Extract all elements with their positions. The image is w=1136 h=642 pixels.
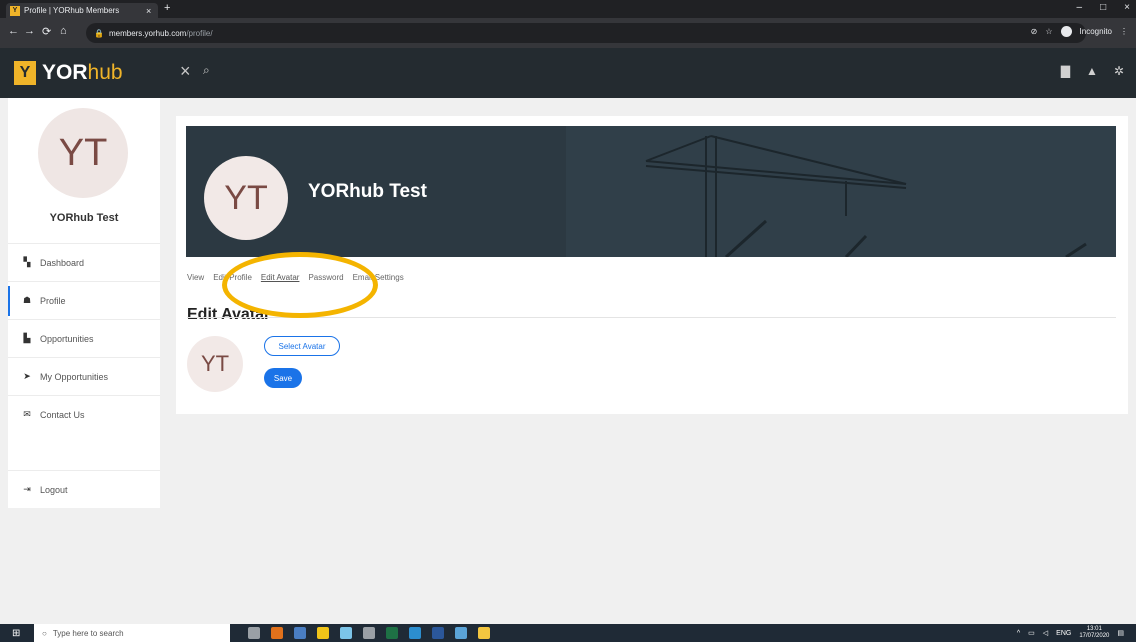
incognito-icon <box>1060 26 1072 37</box>
taskbar-app-icon[interactable] <box>271 627 283 639</box>
user-name: YORhub Test <box>49 212 119 224</box>
sidebar-item-contact-us[interactable]: ✉ Contact Us <box>8 395 160 433</box>
taskbar-app-icon[interactable] <box>386 627 398 639</box>
network-icon[interactable]: ▭ <box>1028 629 1035 637</box>
clock[interactable]: 13:01 17/07/2020 <box>1079 626 1109 640</box>
new-tab-button[interactable]: + <box>164 2 170 14</box>
url-host: members.yorhub.com <box>108 28 187 38</box>
taskbar-app-icon[interactable] <box>294 627 306 639</box>
sidebar-item-label: Profile <box>40 295 66 306</box>
taskbar-search-placeholder: Type here to search <box>52 628 124 638</box>
url-path: /profile/ <box>186 28 213 38</box>
highlight-ellipse <box>222 252 378 318</box>
browser-tab-bar: Y Profile | YORhub Members × + – □ × <box>0 0 1136 18</box>
logout-icon: ⇥ <box>23 484 31 494</box>
search-icon[interactable]: ⌕ <box>203 63 210 78</box>
sidebar: YT YORhub Test ▚ Dashboard ☗ Profile ▙ O… <box>8 98 160 508</box>
tab-view[interactable]: View <box>187 273 204 282</box>
logo-mark: Y <box>14 61 36 85</box>
notification-icon[interactable]: ▤ <box>1117 629 1124 637</box>
sidebar-item-my-opportunities[interactable]: ➤ My Opportunities <box>8 357 160 395</box>
close-window-button[interactable]: × <box>1124 2 1130 13</box>
sidebar-item-profile[interactable]: ☗ Profile <box>8 281 160 319</box>
banner-avatar: YT <box>204 156 288 240</box>
user-icon: ☗ <box>22 295 32 305</box>
taskbar-app-icon[interactable] <box>363 627 375 639</box>
home-icon[interactable]: ⌂ <box>60 25 67 37</box>
sidebar-item-label: Opportunities <box>40 333 94 344</box>
taskbar-app-icon[interactable] <box>317 627 329 639</box>
language-indicator[interactable]: ENG <box>1056 630 1071 637</box>
clock-date: 17/07/2020 <box>1079 633 1110 639</box>
select-avatar-button[interactable]: Select Avatar <box>264 336 340 356</box>
taskbar-app-icon[interactable] <box>432 627 444 639</box>
window-controls: – □ × <box>1077 2 1130 13</box>
url-bar[interactable]: 🔒 members.yorhub.com /profile/ <box>86 23 1086 43</box>
envelope-icon: ✉ <box>23 409 31 419</box>
yorhub-logo[interactable]: Y YORhub <box>14 61 123 85</box>
back-icon[interactable]: ← <box>8 25 19 37</box>
bell-icon[interactable]: ▲ <box>1086 64 1098 78</box>
save-button[interactable]: Save <box>264 368 302 388</box>
forward-icon[interactable]: → <box>24 25 35 37</box>
taskbar-search[interactable]: ○ Type here to search <box>34 624 230 642</box>
star-icon[interactable]: ☆ <box>1045 27 1052 36</box>
app-header: Y YORhub × ⌕ ▇ ▲ ✲ <box>0 48 1136 98</box>
maximize-button[interactable]: □ <box>1100 2 1106 13</box>
logo-text: YORhub <box>42 61 123 84</box>
close-icon[interactable]: × <box>180 61 191 82</box>
taskbar-apps <box>248 627 490 639</box>
tab-close-icon[interactable]: × <box>146 6 158 16</box>
gear-icon[interactable]: ✲ <box>1114 64 1124 78</box>
reload-icon[interactable]: ⟳ <box>42 25 51 38</box>
sidebar-item-label: Dashboard <box>40 257 85 268</box>
incognito-label[interactable]: Incognito <box>1080 27 1112 36</box>
taskbar-app-icon[interactable] <box>340 627 352 639</box>
sidebar-item-label: My Opportunities <box>40 371 109 382</box>
taskbar-app-icon[interactable] <box>478 627 490 639</box>
sidebar-item-logout[interactable]: ⇥ Logout <box>8 470 160 508</box>
sidebar-item-label: Contact Us <box>40 409 85 420</box>
chat-icon[interactable]: ▇ <box>1061 64 1070 78</box>
browser-tab[interactable]: Y Profile | YORhub Members × <box>6 3 158 18</box>
arrow-icon: ➤ <box>23 371 31 381</box>
browser-toolbar: ← → ⟳ ⌂ 🔒 members.yorhub.com /profile/ ⊘… <box>0 18 1136 48</box>
windows-taskbar: ⊞ ○ Type here to search ^ ▭ ◁ ENG 13:01 … <box>0 624 1136 642</box>
sidebar-item-opportunities[interactable]: ▙ Opportunities <box>8 319 160 357</box>
taskbar-app-icon[interactable] <box>409 627 421 639</box>
lock-icon: 🔒 <box>94 28 104 38</box>
sidebar-item-dashboard[interactable]: ▚ Dashboard <box>8 243 160 281</box>
banner-user-name: YORhub Test <box>308 181 427 202</box>
site-favicon-icon: Y <box>10 5 20 16</box>
chevron-up-icon[interactable]: ^ <box>1017 630 1020 637</box>
sidebar-nav: ▚ Dashboard ☗ Profile ▙ Opportunities ➤ … <box>8 243 160 433</box>
sidebar-item-label: Logout <box>40 484 68 495</box>
taskbar-app-icon[interactable] <box>248 627 260 639</box>
minimize-button[interactable]: – <box>1077 2 1083 13</box>
dashboard-icon: ▚ <box>23 257 31 267</box>
avatar-preview: YT <box>187 336 243 392</box>
document-icon: ▙ <box>23 333 31 343</box>
tab-title: Profile | YORhub Members <box>24 6 120 15</box>
search-icon: ○ <box>42 628 47 638</box>
toolbar-right: ⊘ ☆ Incognito ⋮ <box>1031 26 1128 37</box>
windows-start-icon[interactable]: ⊞ <box>12 628 20 639</box>
system-tray: ^ ▭ ◁ ENG 13:01 17/07/2020 ▤ <box>1017 626 1124 640</box>
header-actions: ▇ ▲ ✲ <box>1061 64 1124 78</box>
eye-off-icon[interactable]: ⊘ <box>1031 27 1038 36</box>
avatar: YT <box>38 108 128 198</box>
taskbar-app-icon[interactable] <box>455 627 467 639</box>
clock-time: 13:01 <box>1086 626 1102 632</box>
menu-icon[interactable]: ⋮ <box>1120 27 1128 36</box>
section-divider <box>187 317 1116 318</box>
profile-banner: YT YORhub Test <box>186 126 1116 257</box>
volume-icon[interactable]: ◁ <box>1043 629 1048 637</box>
